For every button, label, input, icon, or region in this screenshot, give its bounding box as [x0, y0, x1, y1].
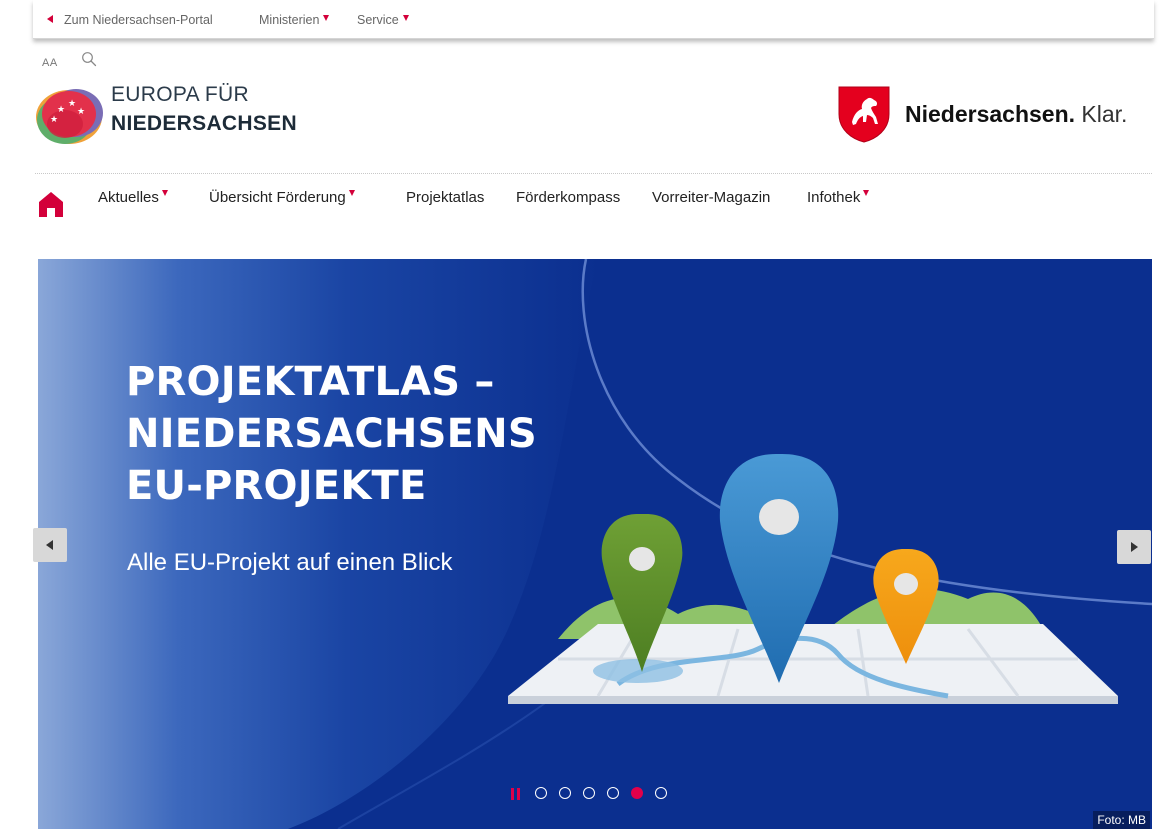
hero-slider[interactable]: PROJEKTATLAS – NIEDERSACHSENS EU-PROJEKT…: [38, 259, 1152, 829]
slide-dot-4[interactable]: [607, 787, 619, 799]
arrow-right-icon: [1131, 542, 1138, 552]
niedersachsen-crest-icon[interactable]: [836, 84, 892, 149]
arrow-left-icon: [46, 540, 53, 550]
nav-aktuelles[interactable]: Aktuelles: [98, 189, 168, 206]
hero-subtitle: Alle EU-Projekt auf einen Blick: [127, 549, 453, 576]
brand-line-1: EUROPA FÜR: [111, 83, 249, 106]
slide-dot-2[interactable]: [559, 787, 571, 799]
portal-link[interactable]: Zum Niedersachsen-Portal: [64, 13, 213, 27]
dropdown-caret-icon: [348, 190, 355, 196]
slide-dot-5-active[interactable]: [631, 787, 643, 799]
svg-text:★: ★: [68, 99, 76, 109]
caret-left-icon: [47, 15, 53, 23]
nav-vorreiter-magazin[interactable]: Vorreiter-Magazin: [652, 189, 770, 206]
ministerien-menu[interactable]: Ministerien: [259, 13, 330, 27]
ministerien-label: Ministerien: [259, 13, 320, 27]
nav-foerderkompass[interactable]: Förderkompass: [516, 189, 620, 206]
search-icon[interactable]: [81, 51, 97, 72]
brand-line-2: NIEDERSACHSEN: [111, 112, 297, 135]
dropdown-caret-icon: [161, 190, 168, 196]
hero-title-line: PROJEKTATLAS –: [126, 359, 495, 405]
dropdown-caret-icon: [402, 15, 409, 21]
niedersachsen-wordmark[interactable]: Niedersachsen. Klar.: [905, 101, 1127, 128]
service-label: Service: [357, 13, 399, 27]
hero-title-line: EU-PROJEKTE: [126, 463, 427, 509]
nav-uebersicht-foerderung[interactable]: Übersicht Förderung: [209, 189, 355, 206]
state-name: Niedersachsen.: [905, 101, 1076, 127]
service-menu[interactable]: Service: [357, 13, 409, 27]
hero-title-line: NIEDERSACHSENS: [126, 411, 537, 457]
hero-title: PROJEKTATLAS – NIEDERSACHSENS EU-PROJEKT…: [126, 356, 537, 512]
photo-credit: Foto: MB: [1093, 811, 1150, 829]
nav-uebersicht-foerderung-label: Übersicht Förderung: [209, 189, 346, 206]
home-icon[interactable]: [38, 190, 64, 223]
europa-fuer-niedersachsen-logo[interactable]: ★ ★ ★ ★: [35, 84, 105, 151]
svg-text:★: ★: [77, 107, 85, 117]
header-divider: [35, 173, 1152, 174]
nav-aktuelles-label: Aktuelles: [98, 189, 159, 206]
nav-infothek[interactable]: Infothek: [807, 189, 870, 206]
font-size-toggle[interactable]: AA: [42, 57, 58, 69]
pause-icon[interactable]: [511, 788, 521, 800]
nav-infothek-label: Infothek: [807, 189, 861, 206]
hero-illustration: [38, 259, 1152, 829]
state-slogan: Klar.: [1081, 101, 1128, 127]
slider-next-button[interactable]: [1117, 530, 1151, 564]
svg-text:★: ★: [50, 115, 58, 125]
slider-prev-button[interactable]: [33, 528, 67, 562]
slide-dot-6[interactable]: [655, 787, 667, 799]
slide-dot-1[interactable]: [535, 787, 547, 799]
slide-dot-3[interactable]: [583, 787, 595, 799]
top-utility-bar: Zum Niedersachsen-Portal Ministerien Ser…: [33, 0, 1154, 39]
svg-text:★: ★: [57, 105, 65, 115]
dropdown-caret-icon: [323, 15, 330, 21]
dropdown-caret-icon: [863, 190, 870, 196]
nav-projektatlas[interactable]: Projektatlas: [406, 189, 484, 206]
